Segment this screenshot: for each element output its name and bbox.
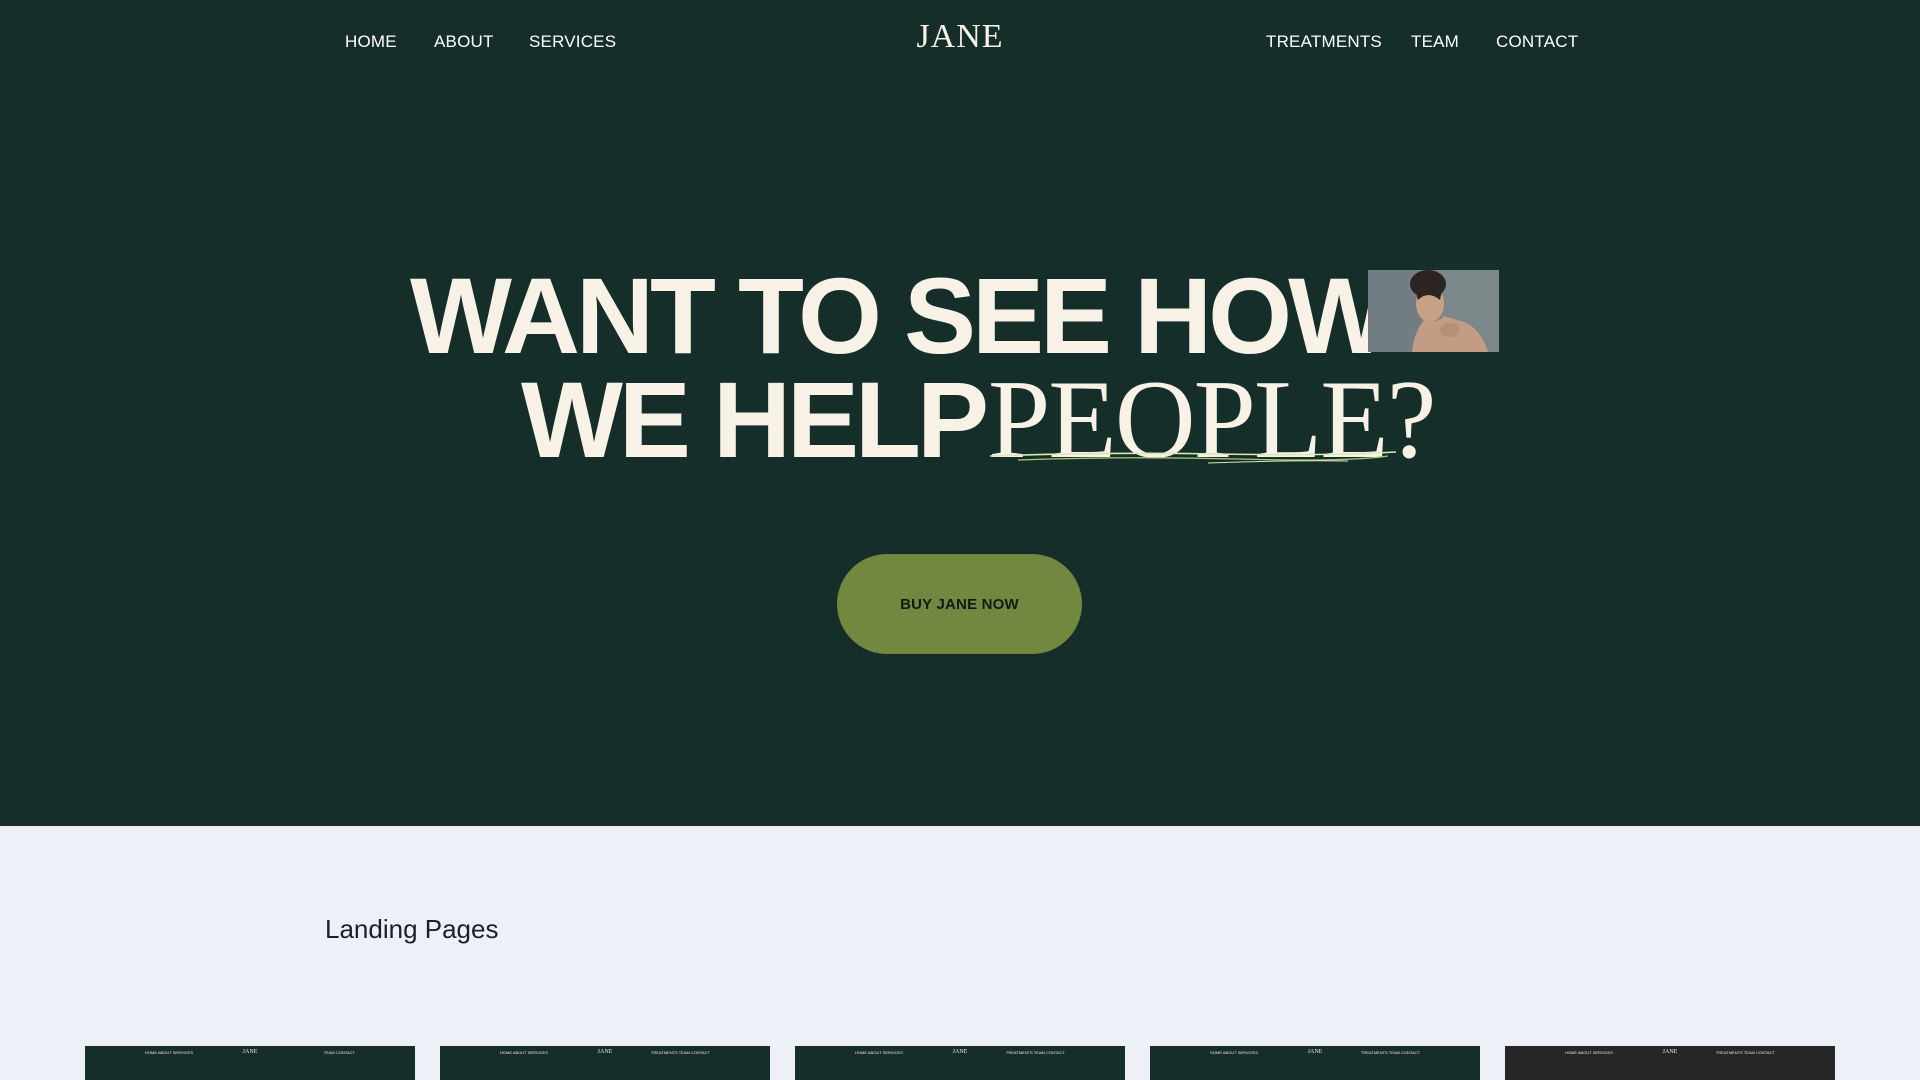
brand-logo[interactable]: JANE — [916, 18, 1003, 55]
nav-about-link[interactable]: ABOUT — [434, 32, 494, 52]
thumbnail-nav-right: TREATMENTS TEAM CONTACT — [650, 1050, 710, 1055]
thumbnail-logo: JANE — [597, 1049, 613, 1055]
thumbnail-nav: HOME ABOUT SERVICES JANE TREATMENTS TEAM… — [440, 1049, 770, 1058]
thumbnail-nav: HOME ABOUT SERVICES JANE TEAM CONTACT — [85, 1049, 415, 1058]
nav-treatments-link[interactable]: TREATMENTS — [1266, 32, 1382, 52]
nav-contact-link[interactable]: CONTACT — [1496, 32, 1578, 52]
thumbnail-nav: HOME ABOUT SERVICES JANE TREATMENTS TEAM… — [795, 1049, 1125, 1058]
buy-jane-now-button[interactable]: BUY JANE NOW — [837, 554, 1082, 654]
landing-page-thumbnail-2[interactable]: HOME ABOUT SERVICES JANE TREATMENTS TEAM… — [440, 1046, 770, 1080]
nav-team-link[interactable]: TEAM — [1411, 32, 1459, 52]
nav-services-link[interactable]: SERVICES — [529, 32, 616, 52]
thumbnail-logo: JANE — [952, 1049, 968, 1055]
landing-page-thumbnail-1[interactable]: HOME ABOUT SERVICES JANE TEAM CONTACT — [85, 1046, 415, 1080]
logo-container: JANE — [0, 18, 1920, 56]
landing-pages-heading: Landing Pages — [325, 914, 499, 944]
thumbnail-nav: HOME ABOUT SERVICES JANE TREATMENTS TEAM… — [1150, 1049, 1480, 1058]
woman-portrait-image — [1368, 270, 1499, 352]
thumbnail-logo: JANE — [1307, 1049, 1323, 1055]
landing-page-thumbnail-3[interactable]: HOME ABOUT SERVICES JANE TREATMENTS TEAM… — [795, 1046, 1125, 1080]
thumbnail-logo: JANE — [1662, 1049, 1678, 1055]
thumbnail-logo: JANE — [242, 1049, 258, 1055]
landing-page-thumbnail-5[interactable]: HOME ABOUT SERVICES JANE TREATMENTS TEAM… — [1505, 1046, 1835, 1080]
headline-line-1: WANT TO SEE HOW — [410, 255, 1390, 376]
thumbnail-nav-right: TREATMENTS TEAM CONTACT — [1005, 1050, 1065, 1055]
headline-line-2: WE HELP — [521, 359, 989, 480]
hand-drawn-underline-icon — [989, 451, 1397, 464]
thumbnail-nav: HOME ABOUT SERVICES JANE TREATMENTS TEAM… — [1505, 1049, 1835, 1058]
portrait-illustration — [1368, 270, 1499, 352]
thumbnail-nav-right: TEAM CONTACT — [323, 1050, 355, 1055]
hero-section: HOME ABOUT SERVICES JANE TREATMENTS TEAM… — [0, 0, 1920, 826]
thumbnail-nav-right: TREATMENTS TEAM CONTACT — [1360, 1050, 1420, 1055]
thumbnail-nav-right: TREATMENTS TEAM CONTACT — [1715, 1050, 1775, 1055]
nav-home-link[interactable]: HOME — [345, 32, 397, 52]
landing-page-thumbnail-4[interactable]: HOME ABOUT SERVICES JANE TREATMENTS TEAM… — [1150, 1046, 1480, 1080]
